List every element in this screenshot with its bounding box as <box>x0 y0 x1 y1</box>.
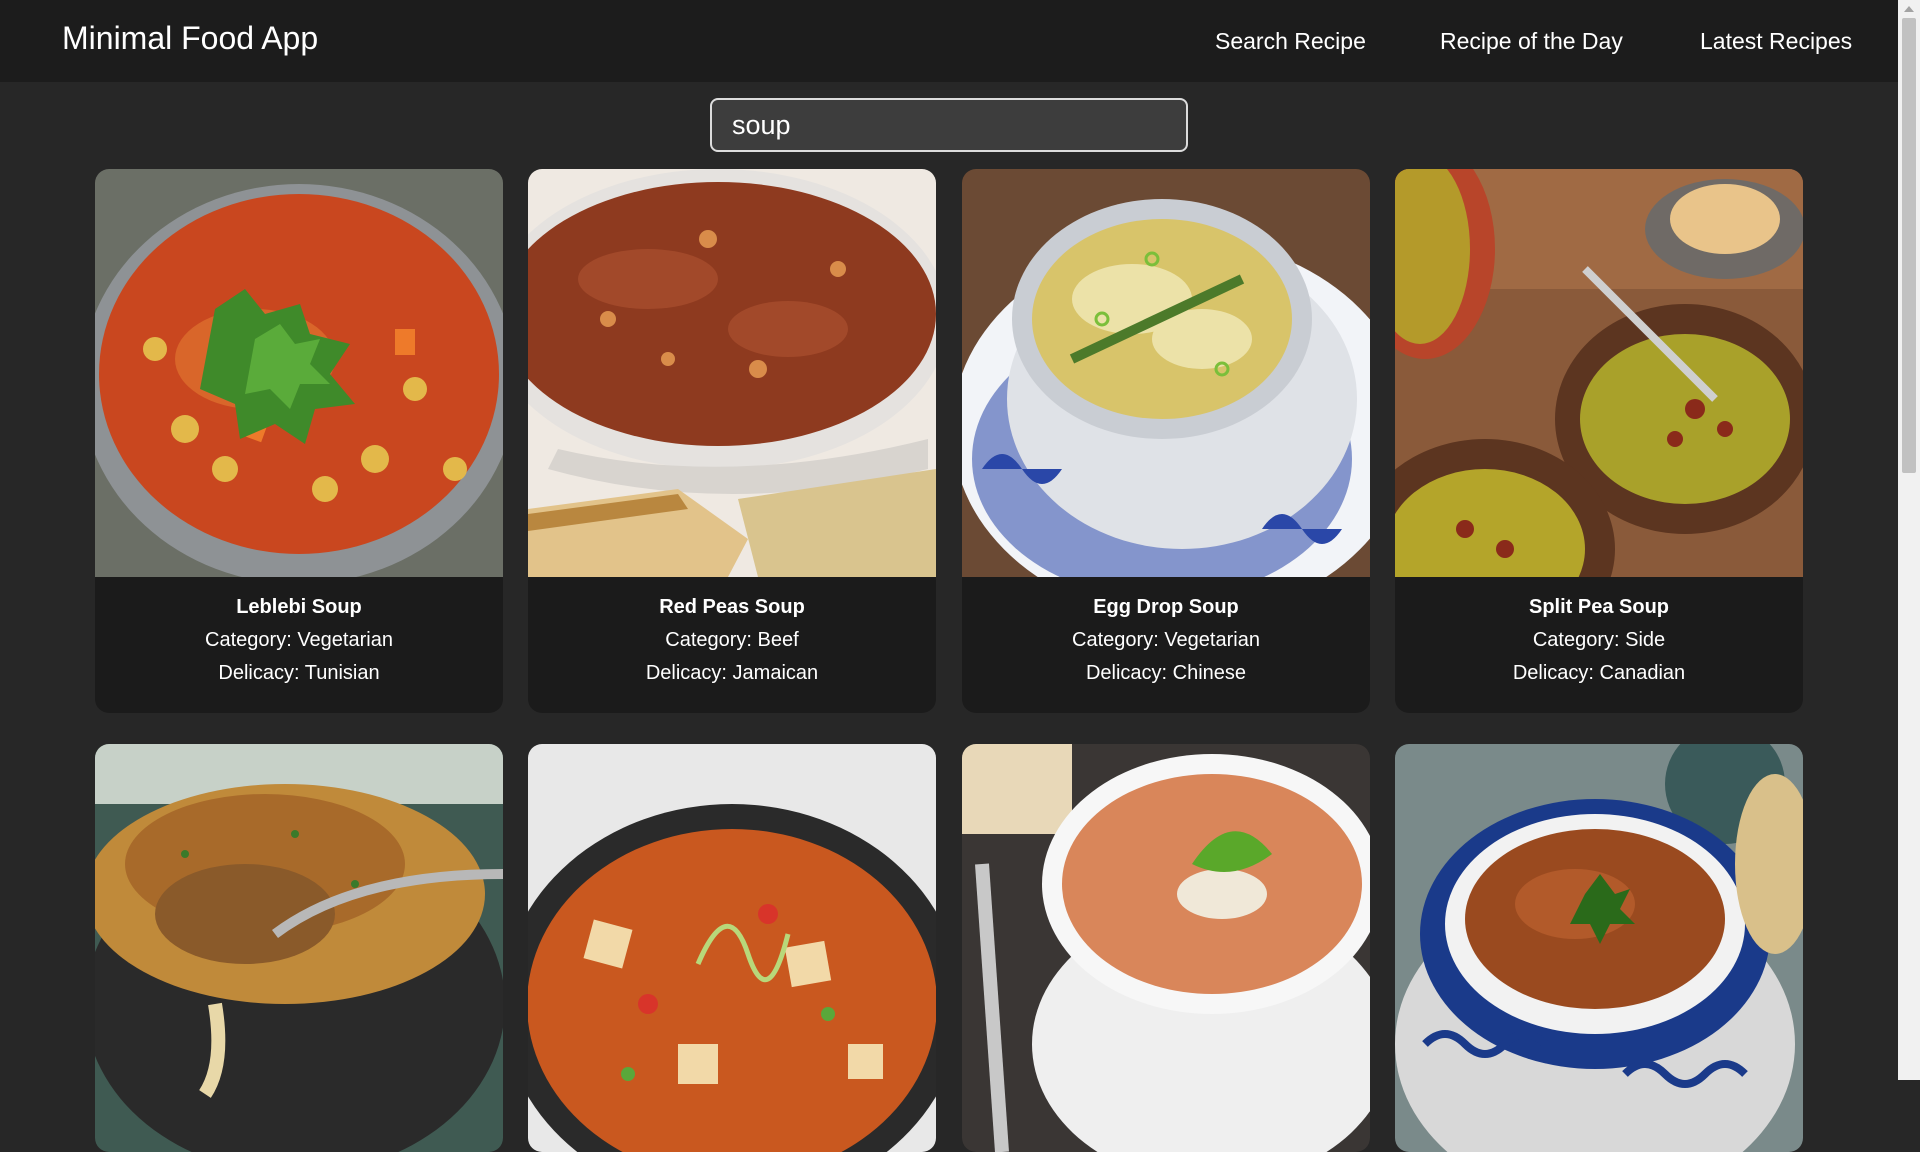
tomato-bisque-photo <box>962 744 1370 1152</box>
hot-and-sour-soup-photo <box>528 744 936 1152</box>
nav-recipe-of-the-day[interactable]: Recipe of the Day <box>1440 28 1623 55</box>
recipe-card-french-onion-soup[interactable] <box>95 744 503 1152</box>
recipe-category: Category: Vegetarian <box>205 629 393 651</box>
recipe-name: Egg Drop Soup <box>1093 596 1239 618</box>
split-pea-soup-photo <box>1395 169 1803 577</box>
recipe-card-leblebi-soup[interactable]: Leblebi Soup Category: Vegetarian Delica… <box>95 169 503 713</box>
recipe-card-red-peas-soup[interactable]: Red Peas Soup Category: Beef Delicacy: J… <box>528 169 936 713</box>
recipe-card-egg-drop-soup[interactable]: Egg Drop Soup Category: Vegetarian Delic… <box>962 169 1370 713</box>
scrollbar-thumb[interactable] <box>1902 18 1916 473</box>
recipe-delicacy: Delicacy: Jamaican <box>645 662 819 684</box>
app-title[interactable]: Minimal Food App <box>62 20 318 57</box>
recipe-name: Leblebi Soup <box>236 596 362 618</box>
nav-latest-recipes[interactable]: Latest Recipes <box>1700 28 1852 55</box>
egg-drop-soup-photo <box>962 169 1370 577</box>
recipe-card-hot-and-sour-soup[interactable] <box>528 744 936 1152</box>
recipe-category: Category: Vegetarian <box>1072 629 1260 651</box>
nav-search-recipe[interactable]: Search Recipe <box>1215 28 1366 55</box>
search-input[interactable] <box>710 98 1188 152</box>
recipe-name: Split Pea Soup <box>1528 596 1670 618</box>
recipe-card-split-pea-soup[interactable]: Split Pea Soup Category: Side Delicacy: … <box>1395 169 1803 713</box>
recipe-delicacy: Delicacy: Canadian <box>1512 662 1686 684</box>
recipe-card-tomato-bisque[interactable] <box>962 744 1370 1152</box>
navbar: Minimal Food App Search Recipe Recipe of… <box>0 0 1898 82</box>
harira-soup-photo <box>1395 744 1803 1152</box>
french-onion-soup-photo <box>95 744 503 1152</box>
recipe-delicacy: Delicacy: Chinese <box>1085 662 1247 684</box>
page-scrollbar[interactable] <box>1898 0 1920 1080</box>
recipe-category: Category: Side <box>1532 629 1666 651</box>
recipe-name: Red Peas Soup <box>659 596 805 618</box>
leblebi-soup-photo <box>95 169 503 577</box>
scroll-up-arrow-icon[interactable] <box>1904 6 1914 12</box>
recipe-category: Category: Beef <box>665 629 799 651</box>
recipe-card-harira-soup[interactable] <box>1395 744 1803 1152</box>
recipe-delicacy: Delicacy: Tunisian <box>218 662 380 684</box>
red-peas-soup-photo <box>528 169 936 577</box>
